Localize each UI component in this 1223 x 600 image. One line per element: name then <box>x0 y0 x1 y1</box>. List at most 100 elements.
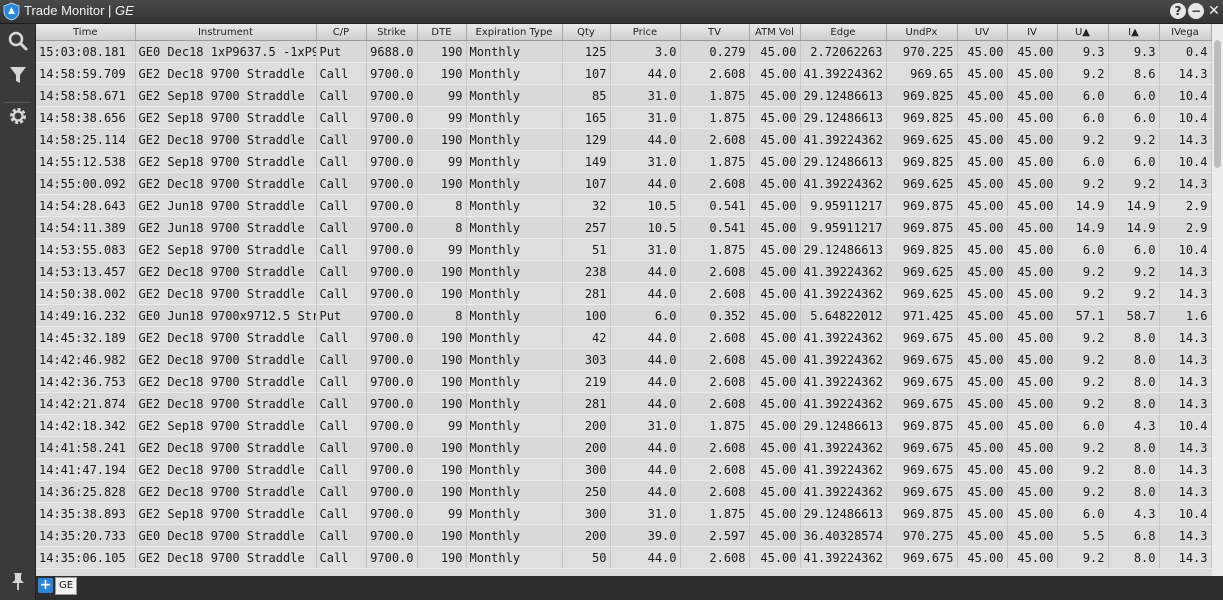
column-header[interactable]: Strike <box>366 24 418 41</box>
table-cell: 8.0 <box>1108 370 1160 393</box>
table-cell: 14.3 <box>1159 546 1212 569</box>
table-cell: 8.6 <box>1108 62 1160 85</box>
column-header[interactable]: C/P <box>316 24 367 41</box>
table-cell: GE2 Jun18 9700 Straddle <box>135 216 317 239</box>
column-header[interactable]: IV <box>1007 24 1058 41</box>
table-row[interactable]: 14:42:36.753 GE2 Dec18 9700 Straddle Call 9… <box>36 370 1212 393</box>
table-row[interactable]: 14:42:21.874 GE2 Dec18 9700 Straddle Call 9… <box>36 392 1212 415</box>
table-row[interactable]: 14:55:00.092 GE2 Dec18 9700 Straddle Call 9… <box>36 172 1212 195</box>
table-cell: 99 <box>417 502 467 525</box>
settings-gear-icon[interactable] <box>7 105 29 127</box>
table-cell: 14:50:38.002 <box>36 282 136 305</box>
table-cell: Monthly <box>466 282 563 305</box>
column-header[interactable]: Time <box>36 24 136 41</box>
table-row[interactable]: 14:55:12.538 GE2 Sep18 9700 Straddle Call 9… <box>36 150 1212 173</box>
table-cell: 45.00 <box>1007 546 1058 569</box>
table-cell: 45.00 <box>1007 194 1058 217</box>
filter-icon[interactable] <box>7 64 29 86</box>
table-cell: 190 <box>417 370 467 393</box>
add-tab-button[interactable]: + <box>38 578 53 593</box>
title-bar[interactable]: Trade Monitor | GE ? − ✕ <box>0 0 1223 24</box>
table-row[interactable]: 14:49:16.232 GE0 Jun18 9700x9712.5 Stra Pu… <box>36 304 1212 327</box>
column-header[interactable]: Edge <box>800 24 887 41</box>
search-icon[interactable] <box>7 30 29 52</box>
table-row[interactable]: 14:35:06.105 GE2 Dec18 9700 Straddle Call 9… <box>36 546 1212 569</box>
table-cell: 14.9 <box>1057 194 1109 217</box>
table-cell: 1.6 <box>1159 304 1212 327</box>
table-cell: 41.39224362 <box>800 370 887 393</box>
table-row[interactable]: 14:58:38.656 GE2 Sep18 9700 Straddle Call 9… <box>36 106 1212 129</box>
table-cell: 14:55:00.092 <box>36 172 136 195</box>
table-row[interactable]: 15:03:08.181 GE0 Dec18 1xP9637.5 -1xP96 Pu… <box>36 40 1212 63</box>
help-button[interactable]: ? <box>1170 3 1186 19</box>
close-button[interactable]: ✕ <box>1206 3 1222 19</box>
table-cell: 29.12486613 <box>800 414 887 437</box>
table-cell: 0.352 <box>680 304 750 327</box>
scrollbar-thumb[interactable] <box>1214 40 1221 168</box>
minimize-button[interactable]: − <box>1188 3 1204 19</box>
table-row[interactable]: 14:54:11.389 GE2 Jun18 9700 Straddle Call 9… <box>36 216 1212 239</box>
table-cell: 190 <box>417 40 467 63</box>
table-row[interactable]: 14:35:20.733 GE0 Dec18 9700 Straddle Call 9… <box>36 524 1212 547</box>
table-cell: 45.00 <box>1007 84 1058 107</box>
column-header[interactable]: IVega <box>1159 24 1212 41</box>
column-header[interactable]: TV <box>680 24 750 41</box>
column-header[interactable]: UV <box>957 24 1008 41</box>
left-toolbar <box>0 24 36 600</box>
table-cell: 14:36:25.828 <box>36 480 136 503</box>
table-row[interactable]: 14:35:38.893 GE2 Sep18 9700 Straddle Call 9… <box>36 502 1212 525</box>
table-row[interactable]: 14:54:28.643 GE2 Jun18 9700 Straddle Call 9… <box>36 194 1212 217</box>
table-cell: 9700.0 <box>366 150 418 173</box>
vertical-scrollbar[interactable] <box>1212 24 1223 576</box>
table-cell: 9.2 <box>1057 480 1109 503</box>
table-row[interactable]: 14:58:59.709 GE2 Dec18 9700 Straddle Call 9… <box>36 62 1212 85</box>
table-cell: 970.275 <box>886 524 958 547</box>
table-cell: 190 <box>417 436 467 459</box>
app-logo-icon <box>3 2 20 21</box>
table-row[interactable]: 14:41:58.241 GE2 Dec18 9700 Straddle Call 9… <box>36 436 1212 459</box>
table-cell: 10.4 <box>1159 502 1212 525</box>
table-row[interactable]: 14:42:18.342 GE2 Sep18 9700 Straddle Call 9… <box>36 414 1212 437</box>
column-header[interactable]: DTE <box>417 24 467 41</box>
column-header[interactable]: ATM Vol <box>749 24 801 41</box>
column-header[interactable]: U▲ <box>1057 24 1109 41</box>
table-cell: 2.608 <box>680 480 750 503</box>
table-row[interactable]: 14:53:13.457 GE2 Dec18 9700 Straddle Call 9… <box>36 260 1212 283</box>
table-cell: 6.0 <box>1057 106 1109 129</box>
table-cell: Call <box>316 238 367 261</box>
window-title-text: Trade Monitor | <box>24 3 116 18</box>
table-cell: 44.0 <box>610 282 681 305</box>
table-row[interactable]: 14:41:47.194 GE2 Dec18 9700 Straddle Call 9… <box>36 458 1212 481</box>
table-cell: 0.4 <box>1159 40 1212 63</box>
tab-ge[interactable]: GE <box>55 577 78 595</box>
table-row[interactable]: 14:36:25.828 GE2 Dec18 9700 Straddle Call 9… <box>36 480 1212 503</box>
table-cell: 9.3 <box>1057 40 1109 63</box>
column-header[interactable]: Expiration Type <box>466 24 563 41</box>
table-cell: 9700.0 <box>366 172 418 195</box>
table-cell: Call <box>316 370 367 393</box>
table-row[interactable]: 14:50:38.002 GE2 Dec18 9700 Straddle Call 9… <box>36 282 1212 305</box>
column-header[interactable]: I▲ <box>1108 24 1160 41</box>
table-cell: 9.2 <box>1108 172 1160 195</box>
column-header[interactable]: UndPx <box>886 24 958 41</box>
table-row[interactable]: 14:42:46.982 GE2 Dec18 9700 Straddle Call 9… <box>36 348 1212 371</box>
table-cell: 969.875 <box>886 194 958 217</box>
table-cell: 9700.0 <box>366 62 418 85</box>
table-row[interactable]: 14:53:55.083 GE2 Sep18 9700 Straddle Call 9… <box>36 238 1212 261</box>
table-cell: 969.675 <box>886 458 958 481</box>
table-cell: 41.39224362 <box>800 326 887 349</box>
table-cell: 45.00 <box>1007 480 1058 503</box>
table-row[interactable]: 14:45:32.189 GE2 Dec18 9700 Straddle Call 9… <box>36 326 1212 349</box>
table-cell: 45.00 <box>749 62 801 85</box>
table-row[interactable]: 14:58:58.671 GE2 Sep18 9700 Straddle Call 9… <box>36 84 1212 107</box>
table-cell: 10.4 <box>1159 150 1212 173</box>
table-cell: GE2 Dec18 9700 Straddle <box>135 370 317 393</box>
table-cell: 969.675 <box>886 480 958 503</box>
pin-icon[interactable] <box>7 570 29 592</box>
table-row[interactable]: 14:58:25.114 GE2 Dec18 9700 Straddle Call 9… <box>36 128 1212 151</box>
column-header[interactable]: Instrument <box>135 24 317 41</box>
column-header[interactable]: Qty <box>562 24 611 41</box>
column-header[interactable]: Price <box>610 24 681 41</box>
table-cell: 9.2 <box>1057 260 1109 283</box>
table-cell: 45.00 <box>957 62 1008 85</box>
